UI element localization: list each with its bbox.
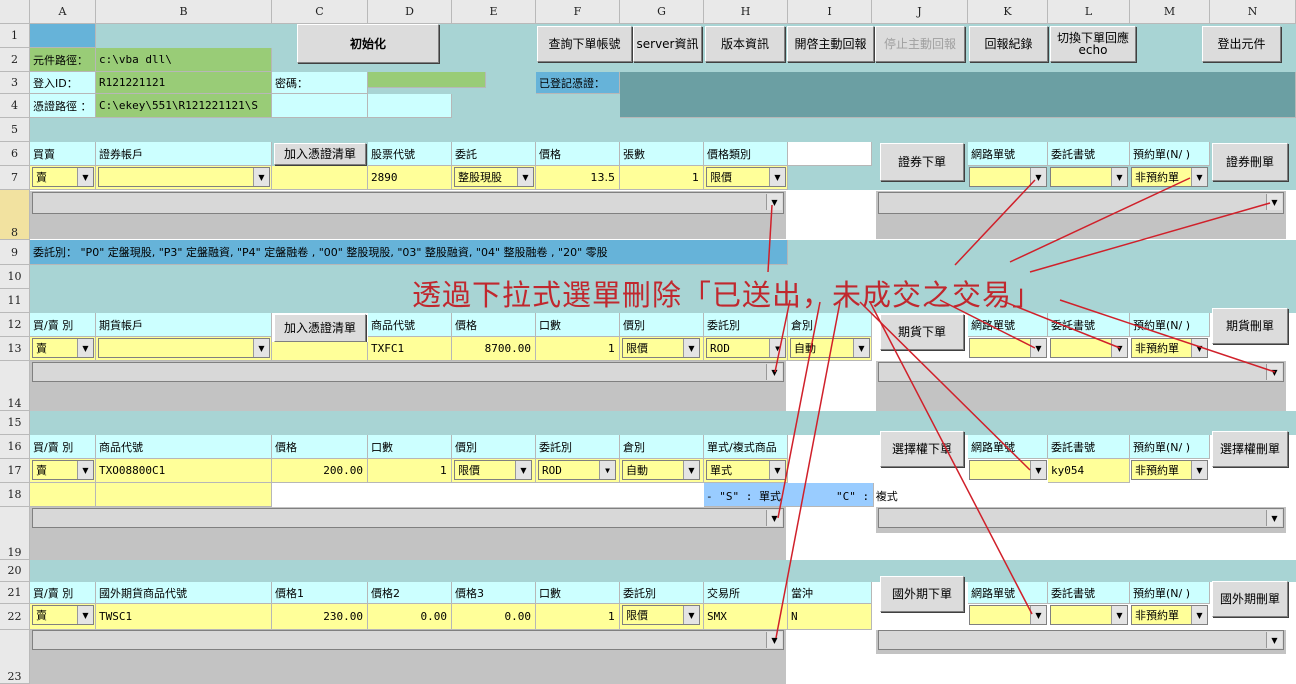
arrow-line-stock-order-list [767,204,773,273]
arrow-line-stock-delete-list [1029,202,1271,273]
arrow-line-futures-delete-list [1059,299,1276,373]
annotation-arrows [767,177,1276,639]
arrow-line-stock-web-no [954,179,1036,266]
spreadsheet: A B C D E F G H I J K L M N 1 2 3 4 5 6 … [0,0,1296,684]
arrow-line-foreign-web-no [869,301,1033,615]
arrow-line-options-order-list [777,301,821,519]
arrow-line-options-web-no [859,301,1031,471]
annotation-text: 透過下拉式選單刪除「已送出，未成交之交易」 [412,278,1043,312]
arrow-line-stock-reserve [1009,177,1191,263]
arrow-line-foreign-order-list [775,301,841,639]
